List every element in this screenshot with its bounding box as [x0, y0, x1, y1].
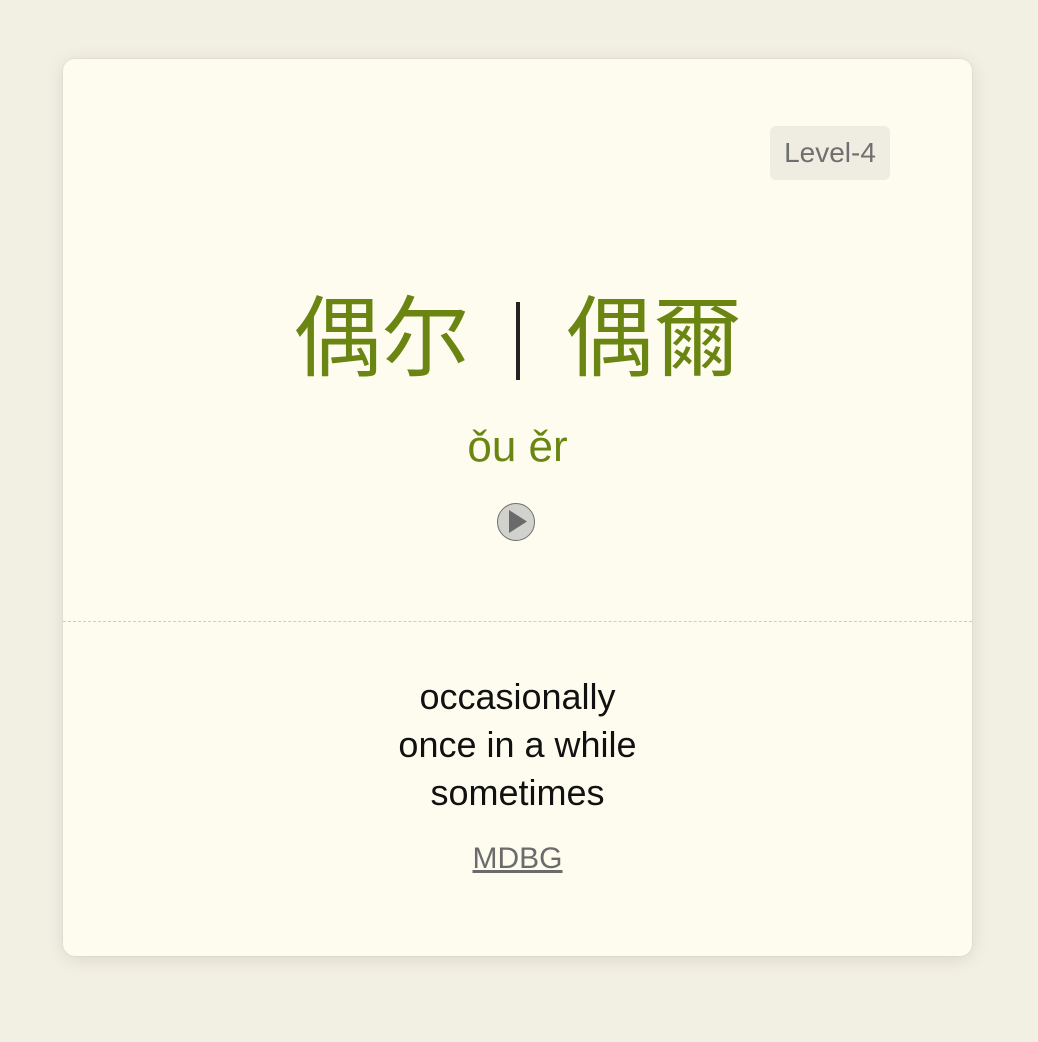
- flashcard: Level-4 偶尔 偶爾 ǒu ěr occasionally once in …: [63, 59, 972, 956]
- meaning-item: sometimes: [430, 772, 605, 813]
- level-badge: Level-4: [770, 126, 890, 180]
- mdbg-link[interactable]: MDBG: [473, 842, 563, 875]
- hanzi-simplified: 偶尔: [293, 287, 470, 390]
- hanzi-row: 偶尔 偶爾: [63, 284, 972, 394]
- dictionary-link-row: MDBG: [63, 839, 972, 879]
- pinyin: ǒu ěr: [467, 422, 568, 471]
- play-audio-button[interactable]: [497, 503, 535, 541]
- card-divider: [63, 621, 972, 622]
- hanzi-traditional: 偶爾: [565, 287, 742, 390]
- hanzi-separator: [515, 302, 520, 381]
- meaning-item: occasionally: [419, 676, 616, 717]
- meanings-list: occasionally once in a while sometimes: [63, 673, 972, 817]
- play-icon: [509, 510, 527, 533]
- meaning-item: once in a while: [398, 724, 637, 765]
